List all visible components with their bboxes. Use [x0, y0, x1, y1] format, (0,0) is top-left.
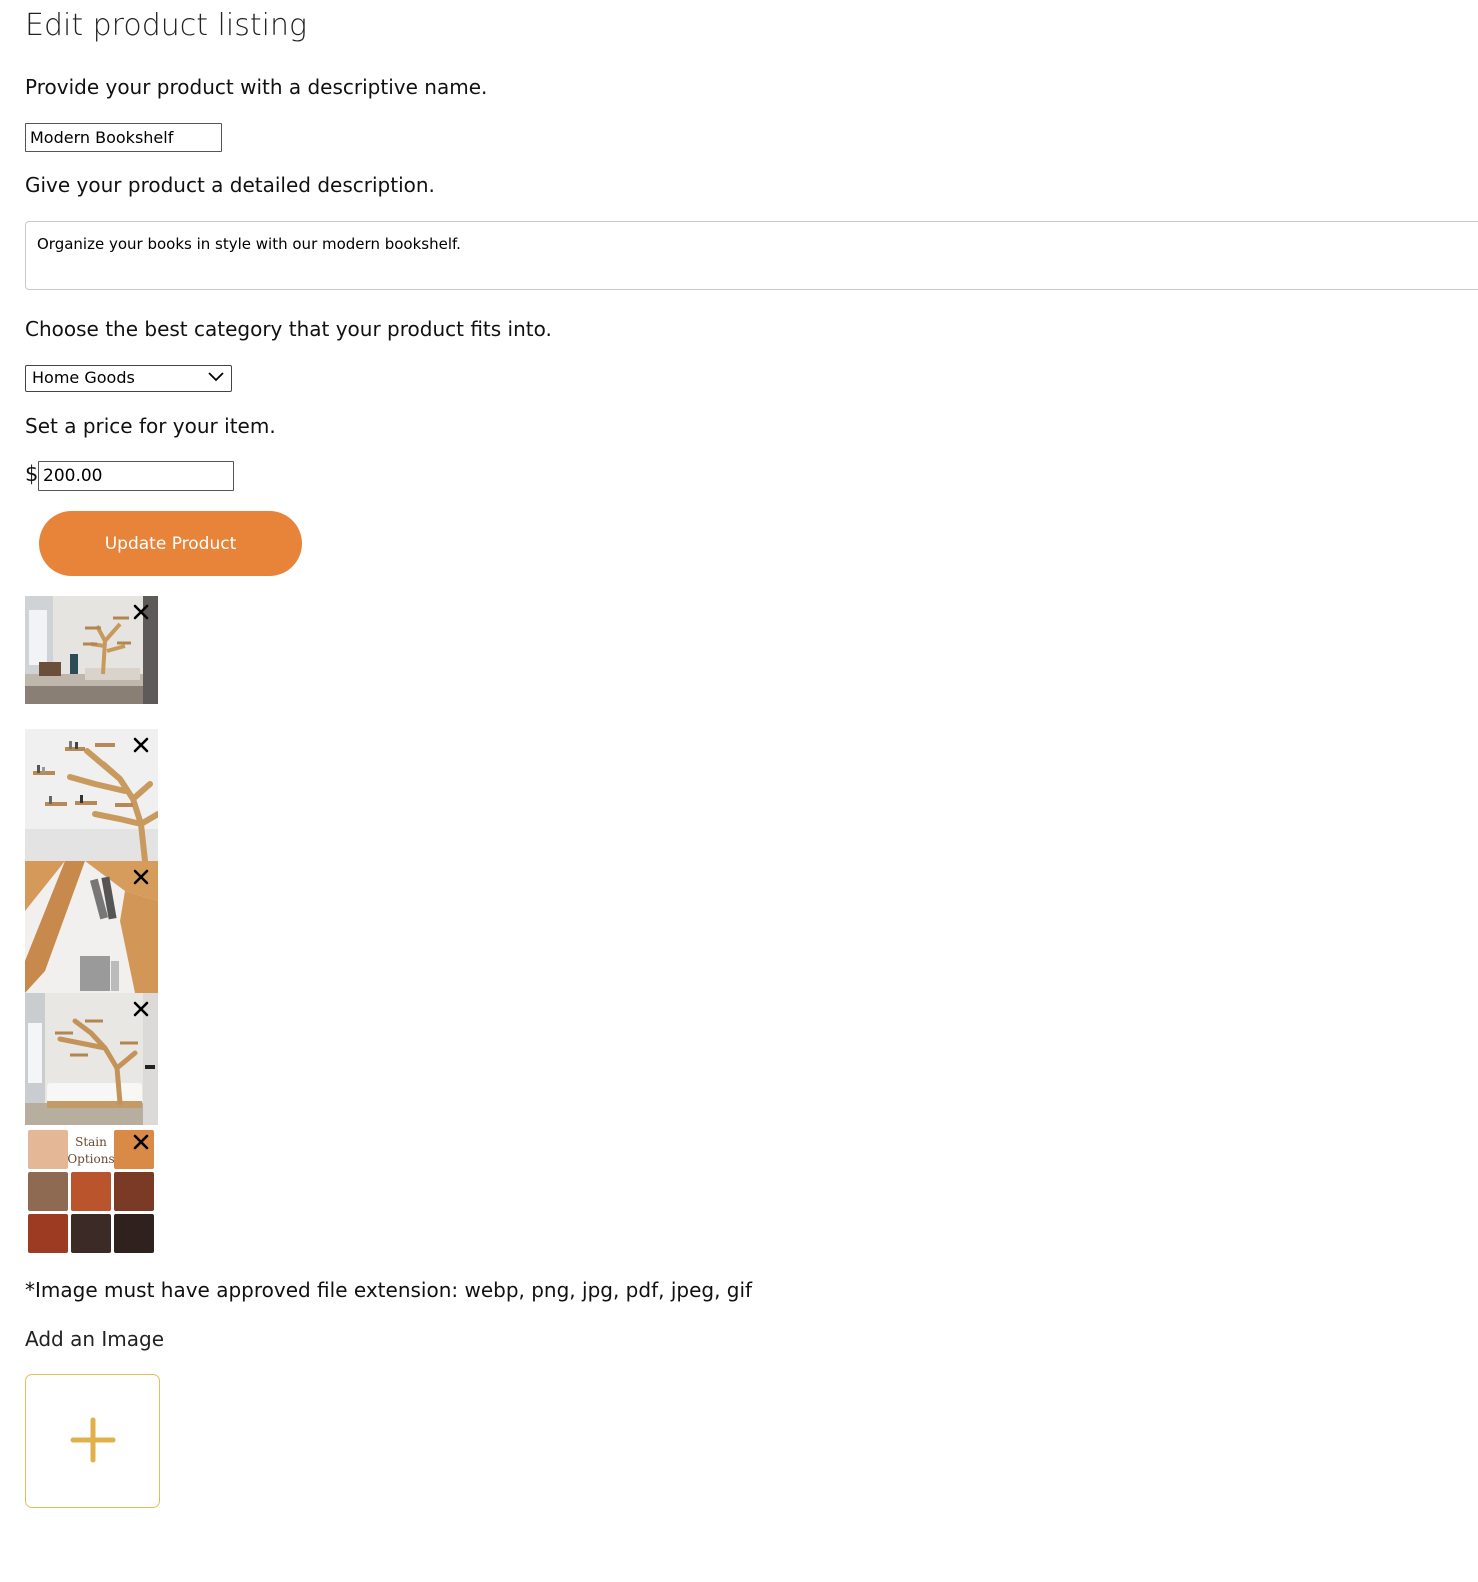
add-image-button[interactable]: [25, 1374, 160, 1508]
product-image-4: [25, 993, 158, 1125]
price-input[interactable]: [38, 461, 234, 491]
product-image-5: Stain Options: [25, 1126, 158, 1256]
category-label: Choose the best category that your produ…: [25, 317, 552, 341]
update-product-button[interactable]: Update Product: [39, 511, 302, 576]
close-icon[interactable]: [133, 869, 149, 885]
product-image-3: [25, 861, 158, 993]
product-image-2: [25, 729, 158, 861]
product-name-input[interactable]: [25, 123, 222, 152]
add-image-label: Add an Image: [25, 1327, 165, 1351]
category-select[interactable]: Home Goods: [25, 365, 232, 392]
page-title: Edit product listing: [25, 8, 307, 43]
stain-caption-line1: Stain: [75, 1135, 107, 1149]
plus-icon: [70, 1417, 116, 1463]
edit-product-page: Edit product listing Provide your produc…: [0, 0, 1478, 1582]
description-label: Give your product a detailed description…: [25, 173, 435, 197]
file-extension-note: *Image must have approved file extension…: [25, 1278, 753, 1302]
product-image-1: [25, 596, 158, 704]
close-icon[interactable]: [133, 1001, 149, 1017]
name-label: Provide your product with a descriptive …: [25, 75, 488, 99]
stain-caption-line2: Options: [67, 1152, 114, 1166]
close-icon[interactable]: [133, 604, 149, 620]
currency-symbol: $: [25, 462, 39, 486]
close-icon[interactable]: [133, 737, 149, 753]
product-description-field[interactable]: Organize your books in style with our mo…: [25, 221, 1478, 290]
close-icon[interactable]: [133, 1134, 149, 1150]
category-selected-value: Home Goods: [32, 368, 135, 387]
chevron-down-icon: [208, 372, 224, 382]
price-label: Set a price for your item.: [25, 414, 276, 438]
